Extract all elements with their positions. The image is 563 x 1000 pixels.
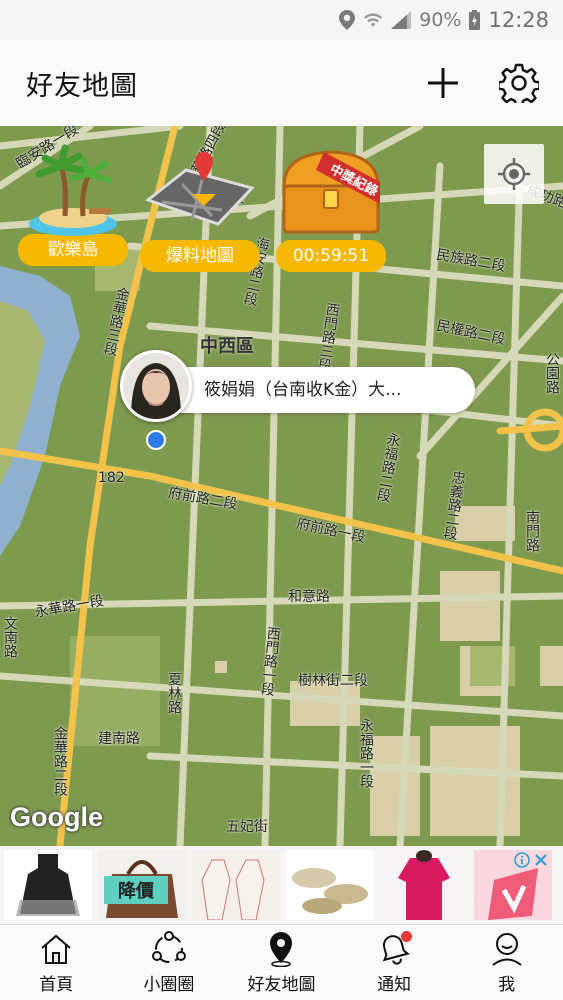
battery-icon [469, 10, 481, 30]
nav-label: 小圈圈 [143, 975, 195, 995]
home-icon [41, 934, 71, 964]
nav-home[interactable]: 首頁 [0, 925, 113, 1000]
street-label: 金華路二段 [52, 726, 68, 796]
street-label: 建南路 [98, 731, 140, 747]
street-label: 南門路 [524, 510, 540, 552]
map-pin-icon [144, 152, 255, 226]
google-logo: Google [10, 802, 103, 832]
ad-product-image[interactable] [192, 850, 280, 920]
nav-label: 首頁 [39, 975, 74, 995]
nav-circle[interactable]: 小圈圈 [113, 925, 226, 1000]
ad-badge: 降價 [104, 876, 168, 904]
street-label: 文南路 [2, 616, 18, 658]
ad-logo[interactable] [474, 850, 552, 920]
page-title: 好友地圖 [26, 70, 138, 102]
street-label: 夏林路 [166, 672, 182, 714]
bottom-nav: 首頁 小圈圈 好友地圖 通知 我 [0, 924, 563, 1000]
nav-label: 通知 [377, 975, 412, 995]
map-pin-icon [270, 932, 293, 967]
clock: 12:28 [488, 8, 549, 32]
ad-product-image[interactable]: 降價 [98, 850, 186, 920]
ad-choices[interactable] [514, 852, 548, 868]
ad-product-image[interactable] [380, 850, 468, 920]
district-label: 中西區 [200, 336, 254, 357]
street-label: 永福路一段 [358, 718, 374, 788]
signal-icon [391, 11, 412, 29]
street-label: 公園路 [544, 352, 560, 394]
treasure-chest-icon: 中獎紀錄 [282, 150, 381, 234]
ad-product-image[interactable] [286, 850, 374, 920]
treasure-feature[interactable]: 中獎紀錄 00:59:51 [276, 146, 386, 272]
friend-name-bubble[interactable]: 筱娟娟（台南收K金）大... [150, 367, 475, 413]
nav-friend-map[interactable]: 好友地圖 [225, 925, 338, 1000]
street-label: 五妃街 [226, 819, 268, 835]
road-number-label: 182 [98, 470, 125, 486]
avatar-image [123, 353, 189, 419]
street-label: 樹林街二段 [298, 673, 368, 689]
nav-label: 我 [498, 975, 516, 995]
profile-icon [492, 933, 522, 966]
feature-label: 歡樂島 [18, 234, 128, 266]
app-header: 好友地圖 [0, 40, 563, 126]
nav-notifications[interactable]: 通知 [338, 925, 451, 1000]
ad-banner[interactable]: 降價 [0, 846, 563, 924]
nav-me[interactable]: 我 [450, 925, 563, 1000]
plus-icon [428, 68, 458, 98]
report-map-feature[interactable]: 爆料地圖 [140, 150, 260, 272]
close-icon [535, 854, 547, 866]
circle-group-icon [151, 931, 186, 963]
add-button[interactable] [421, 61, 465, 105]
battery-percent: 90% [419, 9, 462, 31]
map-view[interactable]: 臨安路一段 金華路四段 民權路三段 海安路二段 民族路二段 民權路二段 成功路 … [0, 126, 563, 846]
nav-label: 好友地圖 [247, 975, 316, 995]
island-feature[interactable]: 歡樂島 [18, 144, 128, 266]
feature-label: 00:59:51 [276, 240, 386, 272]
island-icon [29, 144, 117, 236]
current-location-dot [146, 430, 166, 450]
status-bar: 90% 12:28 [0, 0, 563, 40]
crosshair-icon [498, 158, 530, 190]
friend-avatar[interactable] [120, 350, 192, 422]
feature-label: 爆料地圖 [140, 240, 260, 272]
info-icon [514, 852, 530, 868]
wifi-icon [363, 11, 383, 29]
street-label: 和意路 [288, 589, 330, 605]
my-location-button[interactable] [484, 144, 544, 204]
settings-button[interactable] [497, 61, 541, 105]
notification-badge [401, 931, 413, 942]
location-icon [339, 10, 356, 30]
gear-icon [499, 63, 539, 103]
ad-product-image[interactable] [4, 850, 92, 920]
